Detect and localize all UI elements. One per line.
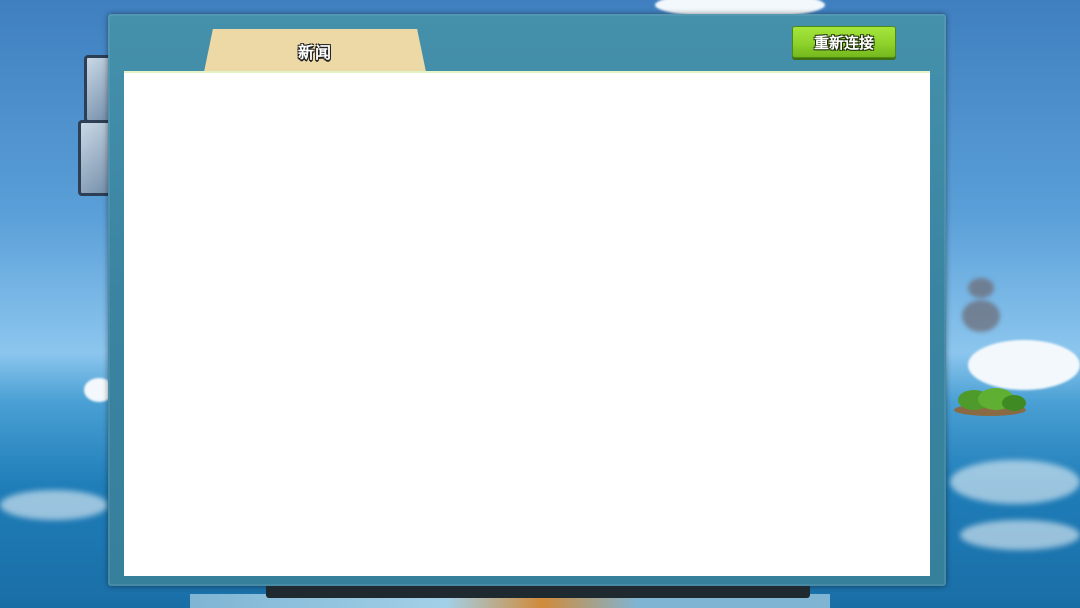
tab-news-label: 新闻	[297, 42, 332, 62]
tab-news[interactable]: 新闻	[204, 29, 426, 72]
reconnect-button[interactable]: 重新连接	[792, 26, 896, 58]
game-background: 新闻 重新连接	[0, 0, 1080, 608]
cloud	[968, 340, 1080, 390]
wave-foam	[0, 490, 108, 520]
news-content-panel	[124, 71, 930, 576]
island-image	[954, 388, 1026, 416]
dialog-bottom-bar	[266, 586, 810, 598]
reconnect-button-label: 重新连接	[813, 33, 874, 52]
smoke-plume	[962, 300, 1000, 332]
wave-foam	[960, 520, 1080, 550]
smoke-plume	[968, 278, 994, 298]
wave-foam	[950, 460, 1080, 504]
